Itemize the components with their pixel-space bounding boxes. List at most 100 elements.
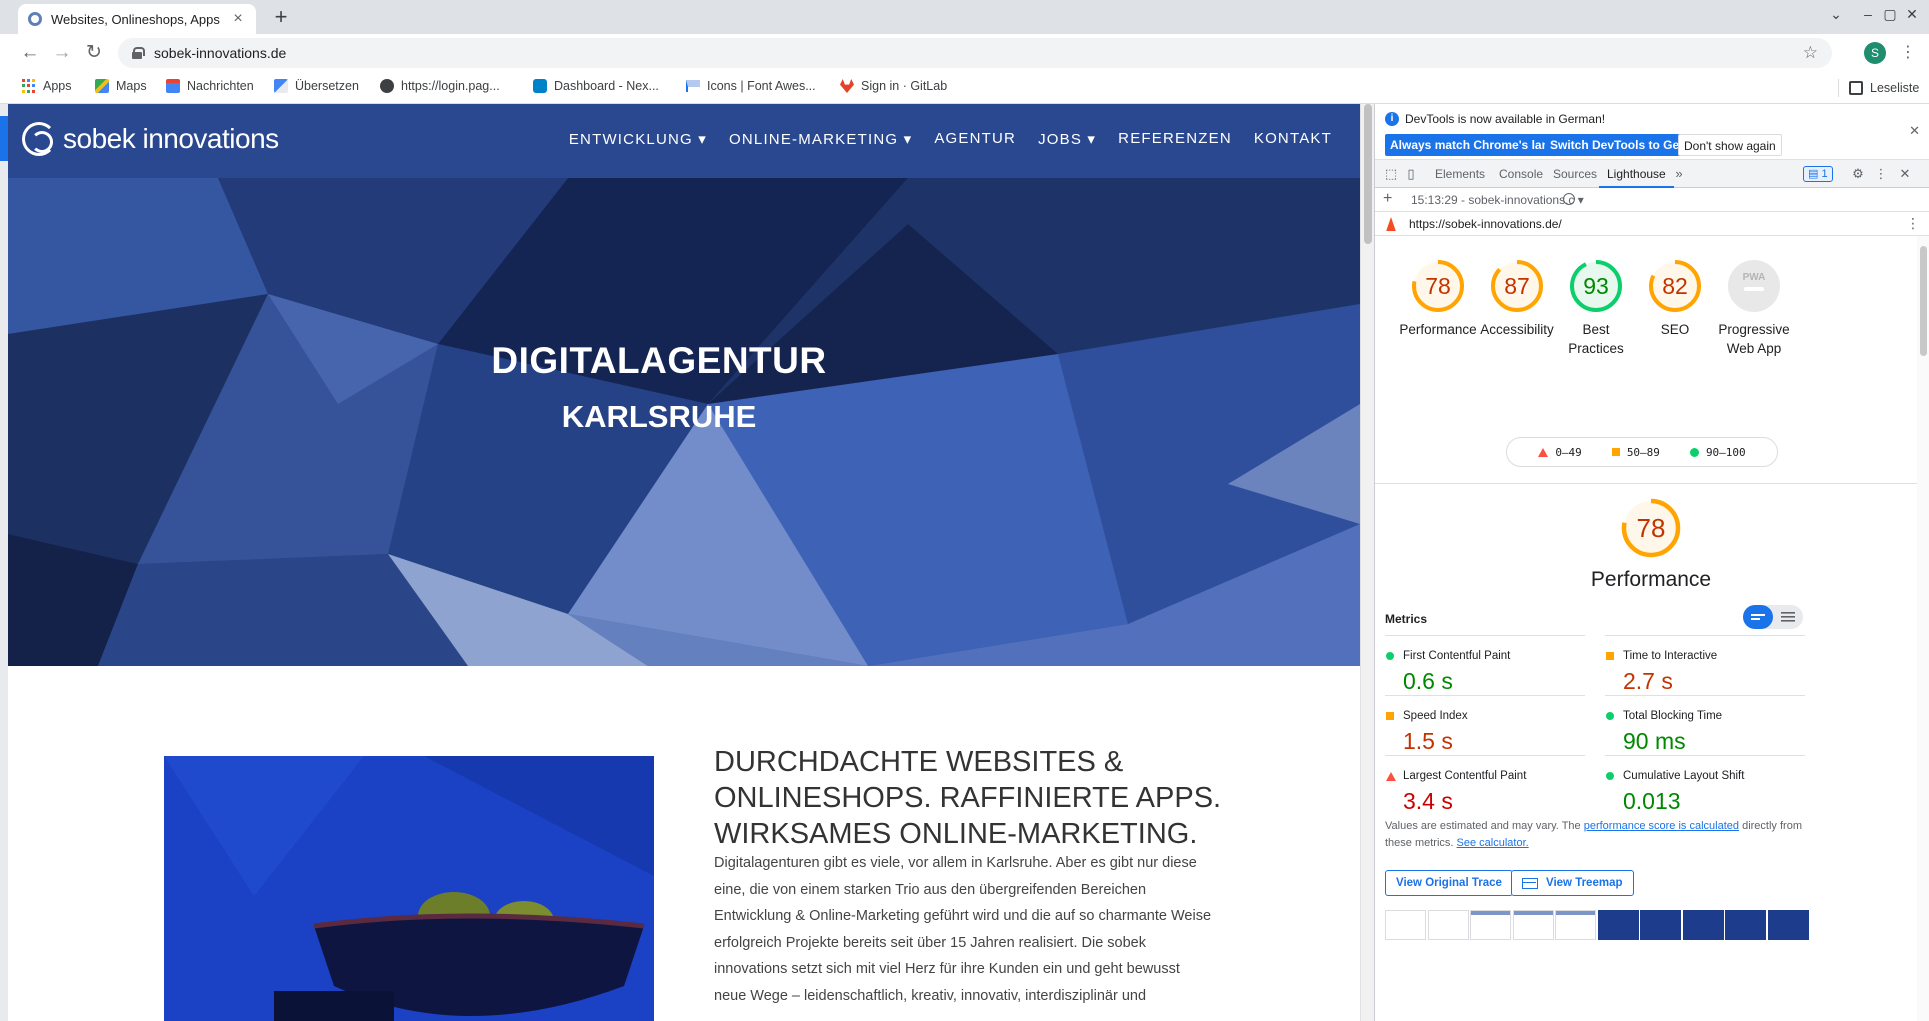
- bookmarks-separator: [1838, 79, 1839, 97]
- gauge-seo[interactable]: 82 SEO: [1635, 258, 1715, 339]
- logo-swirl-icon: [22, 122, 56, 156]
- metric-total-blocking-time: Total Blocking Time 90 ms: [1605, 695, 1805, 755]
- tab-console[interactable]: Console: [1491, 160, 1551, 188]
- gauge-performance-label: Performance: [1399, 322, 1477, 337]
- filmstrip-frame: [1427, 910, 1469, 940]
- nextcloud-icon: [533, 79, 547, 93]
- back-icon[interactable]: ←: [18, 41, 42, 65]
- report-selector[interactable]: 15:13:29 - sobek-innovations.c ▾: [1411, 193, 1584, 207]
- expanded-view-icon[interactable]: [1773, 605, 1803, 629]
- legend-fail: 0–49: [1538, 446, 1582, 459]
- hero-title: DIGITALAGENTUR: [491, 340, 827, 381]
- legend-average: 50–89: [1611, 446, 1660, 459]
- metric-time-to-interactive: Time to Interactive 2.7 s: [1605, 635, 1805, 695]
- bookmark-apps[interactable]: Apps: [22, 79, 72, 93]
- menu-item-entwicklung[interactable]: ENTWICKLUNG ▾: [569, 130, 707, 148]
- average-square-icon: [1611, 448, 1620, 456]
- devtools-menu-icon[interactable]: ⋮: [1873, 166, 1889, 182]
- website-viewport: sobek innovations ENTWICKLUNG ▾ ONLINE-M…: [8, 104, 1360, 1021]
- hero-section: sobek innovations ENTWICKLUNG ▾ ONLINE-M…: [8, 104, 1360, 666]
- toggle-compact-active[interactable]: [1743, 605, 1773, 629]
- close-devtools-icon[interactable]: ✕: [1897, 166, 1913, 182]
- settings-gear-icon[interactable]: ⚙: [1850, 166, 1866, 182]
- lock-icon[interactable]: [132, 47, 145, 59]
- report-url-bar: https://sobek-innovations.de/ ⋮: [1375, 212, 1929, 236]
- browser-toolbar: ← → ↻ sobek-innovations.de ☆ S ⋮: [0, 34, 1929, 72]
- window-close-icon[interactable]: ✕: [1902, 6, 1922, 23]
- globe-icon: [380, 79, 394, 93]
- language-infobar: i DevTools is now available in German! ✕…: [1375, 104, 1929, 160]
- filmstrip-frame: [1597, 910, 1639, 940]
- average-square-icon: [1606, 652, 1614, 660]
- see-calculator-link[interactable]: See calculator.: [1457, 837, 1529, 849]
- issues-badge[interactable]: ▤ 1: [1803, 166, 1833, 182]
- browser-tab[interactable]: Websites, Onlineshops, Apps ×: [18, 4, 256, 34]
- close-tab-icon[interactable]: ×: [230, 10, 246, 28]
- pass-circle-icon: [1606, 712, 1614, 720]
- bookmark-maps[interactable]: Maps: [95, 79, 147, 93]
- tab-sources[interactable]: Sources: [1545, 160, 1605, 188]
- filmstrip-frame: [1767, 910, 1809, 940]
- menu-item-kontakt[interactable]: KONTAKT: [1254, 130, 1332, 148]
- profile-avatar[interactable]: S: [1864, 42, 1886, 64]
- lighthouse-report: 78 Performance 87 Accessibility 93 Best: [1375, 236, 1929, 1021]
- menu-item-referenzen[interactable]: REFERENZEN: [1118, 130, 1232, 148]
- devtools-scrollbar[interactable]: [1917, 236, 1929, 1021]
- report-menu-icon[interactable]: ⋮: [1906, 215, 1920, 232]
- metrics-disclaimer: Values are estimated and may vary. The p…: [1385, 820, 1802, 849]
- screen: Websites, Onlineshops, Apps × + ⌄ – ▢ ✕ …: [0, 0, 1929, 1021]
- menu-item-jobs[interactable]: JOBS ▾: [1038, 130, 1096, 148]
- menu-item-online-marketing[interactable]: ONLINE-MARKETING ▾: [729, 130, 912, 148]
- page-scrollbar-thumb[interactable]: [1364, 104, 1372, 244]
- bookmark-nachrichten[interactable]: Nachrichten: [166, 79, 254, 93]
- bookmark-font-awesome[interactable]: Icons | Font Awes...: [686, 79, 816, 93]
- bookmark-login[interactable]: https://login.pag...: [380, 79, 500, 93]
- devtools-scrollbar-thumb[interactable]: [1920, 246, 1927, 356]
- inspect-element-icon[interactable]: ⬚: [1383, 166, 1399, 182]
- address-bar[interactable]: sobek-innovations.de ☆: [118, 38, 1832, 68]
- translate-icon: [274, 79, 288, 93]
- gauge-best-practices[interactable]: 93 Best Practices: [1556, 258, 1636, 358]
- metrics-view-toggle[interactable]: [1743, 605, 1803, 629]
- tab-lighthouse[interactable]: Lighthouse: [1599, 160, 1674, 188]
- gauge-accessibility-ring: 87: [1491, 260, 1543, 312]
- content-text: Digitalagenturen gibt es viele, vor alle…: [714, 855, 1212, 1004]
- reload-icon[interactable]: ↻: [82, 41, 106, 65]
- pwa-badge-icon: PWA: [1728, 260, 1780, 312]
- view-original-trace-button[interactable]: View Original Trace: [1385, 870, 1513, 896]
- bookmark-uebersetzen[interactable]: Übersetzen: [274, 79, 359, 93]
- tab-search-icon[interactable]: ⌄: [1826, 6, 1846, 23]
- new-report-icon[interactable]: +: [1383, 190, 1392, 208]
- new-tab-icon[interactable]: +: [268, 4, 294, 30]
- treemap-icon: [1522, 877, 1538, 889]
- more-tabs-icon[interactable]: »: [1671, 166, 1687, 182]
- gauge-pwa[interactable]: PWA Progressive Web App: [1714, 258, 1794, 358]
- dont-show-again-button[interactable]: Don't show again: [1678, 134, 1782, 156]
- gauge-performance[interactable]: 78 Performance: [1398, 258, 1478, 339]
- site-logo[interactable]: sobek innovations: [22, 122, 279, 156]
- clear-reports-icon[interactable]: [1563, 193, 1575, 205]
- view-treemap-button[interactable]: View Treemap: [1511, 870, 1634, 896]
- infobar-close-icon[interactable]: ✕: [1909, 123, 1920, 139]
- minimize-icon[interactable]: –: [1858, 6, 1878, 22]
- score-calculation-link[interactable]: performance score is calculated: [1584, 820, 1739, 832]
- bookmark-star-icon[interactable]: ☆: [1803, 43, 1818, 63]
- tab-elements[interactable]: Elements: [1427, 160, 1493, 188]
- viewport-edge: [0, 104, 8, 1021]
- page-scrollbar[interactable]: [1360, 104, 1374, 1021]
- chrome-menu-icon[interactable]: ⋮: [1900, 42, 1916, 62]
- maximize-icon[interactable]: ▢: [1880, 6, 1900, 23]
- gauge-accessibility[interactable]: 87 Accessibility: [1477, 258, 1557, 339]
- gauge-best-practices-ring: 93: [1570, 260, 1622, 312]
- menu-item-agentur[interactable]: AGENTUR: [934, 130, 1016, 148]
- performance-title: Performance: [1590, 568, 1712, 591]
- bookmark-dashboard[interactable]: Dashboard - Nex...: [533, 79, 659, 93]
- bookmark-gitlab[interactable]: Sign in · GitLab: [840, 79, 947, 93]
- gauge-seo-ring: 82: [1649, 260, 1701, 312]
- lighthouse-icon: [1386, 217, 1396, 231]
- gauge-performance-score: 78: [1425, 273, 1451, 299]
- forward-icon[interactable]: →: [50, 41, 74, 65]
- reading-list[interactable]: Leseliste: [1838, 79, 1919, 97]
- device-toolbar-icon[interactable]: ▯: [1403, 166, 1419, 182]
- gauge-accessibility-label: Accessibility: [1480, 322, 1554, 337]
